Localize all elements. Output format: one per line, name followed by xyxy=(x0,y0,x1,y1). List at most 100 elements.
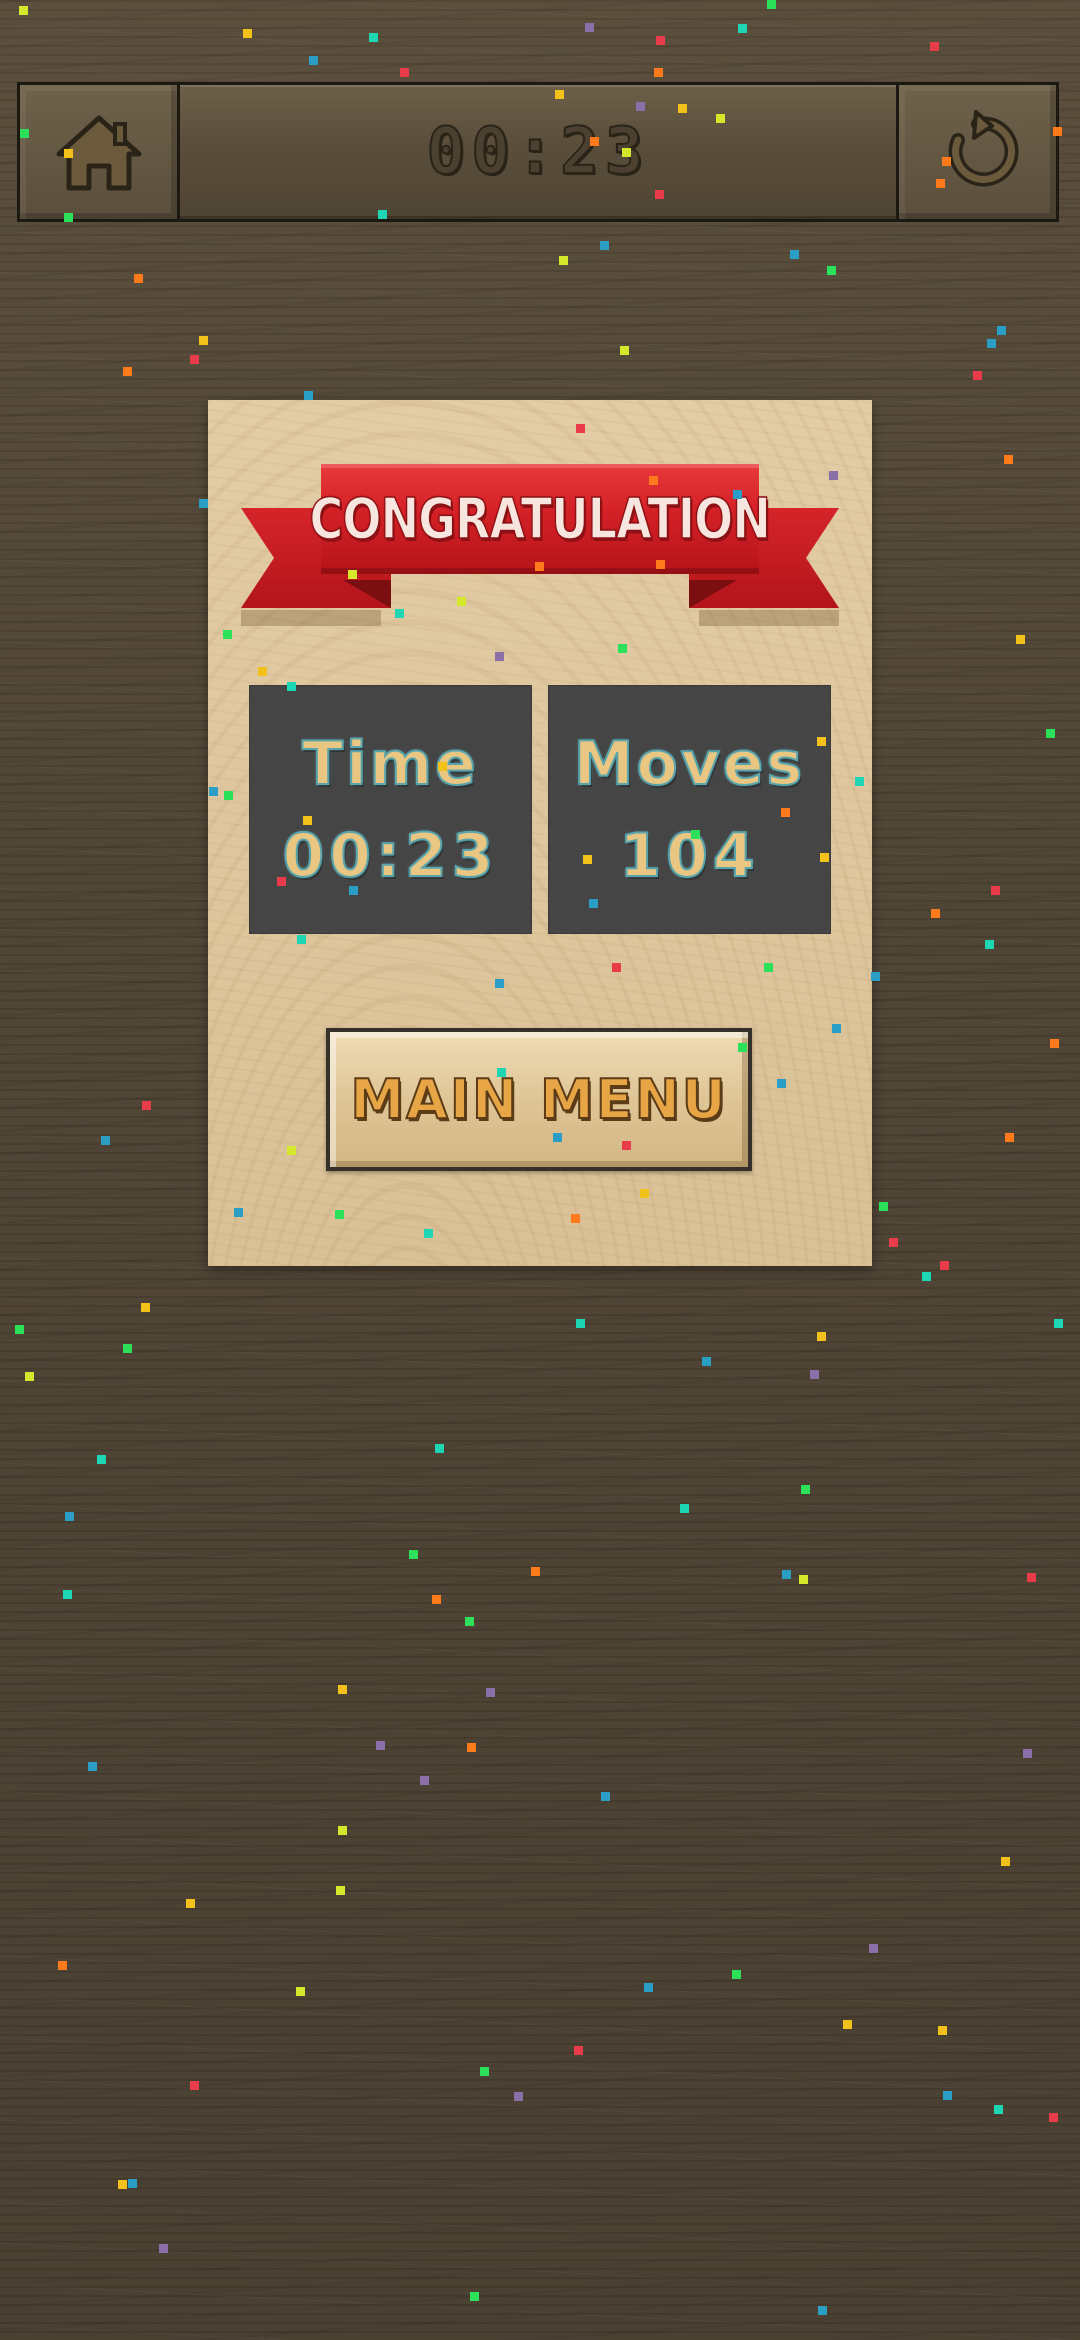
confetti-piece xyxy=(889,1238,898,1247)
confetti-piece xyxy=(799,1575,808,1584)
confetti-piece xyxy=(601,1792,610,1801)
confetti-piece xyxy=(801,1485,810,1494)
confetti-piece xyxy=(190,355,199,364)
home-icon xyxy=(56,115,141,191)
confetti-piece xyxy=(790,250,799,259)
confetti-piece xyxy=(118,2180,127,2189)
confetti-piece xyxy=(470,2292,479,2301)
confetti-piece xyxy=(738,24,747,33)
confetti-piece xyxy=(467,1743,476,1752)
moves-stat-box: Moves 104 xyxy=(548,685,831,934)
main-menu-button[interactable]: MAIN MENU xyxy=(326,1028,752,1171)
moves-value: 104 xyxy=(618,820,760,892)
confetti-piece xyxy=(123,1344,132,1353)
confetti-piece xyxy=(420,1776,429,1785)
confetti-piece xyxy=(997,326,1006,335)
moves-label: Moves xyxy=(573,728,806,800)
confetti-piece xyxy=(400,68,409,77)
confetti-piece xyxy=(531,1567,540,1576)
confetti-piece xyxy=(1004,455,1013,464)
confetti-piece xyxy=(123,367,132,376)
confetti-piece xyxy=(973,371,982,380)
confetti-piece xyxy=(465,1617,474,1626)
confetti-piece xyxy=(843,2020,852,2029)
confetti-piece xyxy=(369,33,378,42)
confetti-piece xyxy=(409,1550,418,1559)
confetti-piece xyxy=(559,256,568,265)
confetti-piece xyxy=(65,1512,74,1521)
confetti-piece xyxy=(574,2046,583,2055)
banner-shadow-right xyxy=(699,610,839,626)
confetti-piece xyxy=(1005,1133,1014,1142)
time-stat-box: Time 00:23 xyxy=(249,685,532,934)
confetti-piece xyxy=(480,2067,489,2076)
timer-text: 00:23 xyxy=(426,114,650,190)
confetti-piece xyxy=(585,23,594,32)
confetti-piece xyxy=(767,0,776,9)
confetti-piece xyxy=(1054,1319,1063,1328)
confetti-piece xyxy=(644,1983,653,1992)
confetti-piece xyxy=(304,391,313,400)
confetti-piece xyxy=(88,1762,97,1771)
confetti-piece xyxy=(338,1826,347,1835)
confetti-piece xyxy=(817,1332,826,1341)
time-label: Time xyxy=(301,728,479,800)
confetti-piece xyxy=(58,1961,67,1970)
confetti-piece xyxy=(19,6,28,15)
confetti-piece xyxy=(1001,1857,1010,1866)
confetti-piece xyxy=(922,1272,931,1281)
confetti-piece xyxy=(128,2179,137,2188)
main-menu-label: MAIN MENU xyxy=(349,1067,728,1132)
timer-display: 00:23 xyxy=(180,85,896,219)
confetti-piece xyxy=(15,1325,24,1334)
confetti-piece xyxy=(432,1595,441,1604)
congratulation-dialog: CONGRATULATION Time 00:23 Moves 104 MAIN… xyxy=(208,400,872,1266)
confetti-piece xyxy=(199,499,208,508)
confetti-piece xyxy=(514,2092,523,2101)
confetti-piece xyxy=(680,1504,689,1513)
confetti-piece xyxy=(338,1685,347,1694)
confetti-piece xyxy=(141,1303,150,1312)
confetti-piece xyxy=(134,274,143,283)
home-button[interactable] xyxy=(20,85,180,219)
confetti-piece xyxy=(827,266,836,275)
confetti-piece xyxy=(336,1886,345,1895)
banner-ribbon: CONGRATULATION xyxy=(309,464,772,574)
confetti-piece xyxy=(818,2306,827,2315)
confetti-piece xyxy=(1027,1573,1036,1582)
congratulation-banner: CONGRATULATION xyxy=(241,460,839,626)
restart-icon xyxy=(948,110,1019,187)
top-bar: 00:23 xyxy=(17,82,1059,222)
confetti-piece xyxy=(930,42,939,51)
confetti-piece xyxy=(985,940,994,949)
banner-title: CONGRATULATION xyxy=(309,486,771,553)
confetti-piece xyxy=(869,1944,878,1953)
restart-button[interactable] xyxy=(896,85,1056,219)
confetti-piece xyxy=(732,1970,741,1979)
confetti-piece xyxy=(931,909,940,918)
confetti-piece xyxy=(991,886,1000,895)
confetti-piece xyxy=(1046,729,1055,738)
confetti-piece xyxy=(63,1590,72,1599)
confetti-piece xyxy=(871,972,880,981)
confetti-piece xyxy=(620,346,629,355)
confetti-piece xyxy=(486,1688,495,1697)
confetti-piece xyxy=(994,2105,1003,2114)
time-value: 00:23 xyxy=(282,820,499,892)
confetti-piece xyxy=(1023,1749,1032,1758)
confetti-piece xyxy=(656,36,665,45)
confetti-piece xyxy=(782,1570,791,1579)
confetti-piece xyxy=(376,1741,385,1750)
confetti-piece xyxy=(879,1202,888,1211)
confetti-piece xyxy=(101,1136,110,1145)
confetti-piece xyxy=(1049,2113,1058,2122)
confetti-piece xyxy=(1050,1039,1059,1048)
confetti-piece xyxy=(1016,635,1025,644)
confetti-piece xyxy=(654,68,663,77)
confetti-piece xyxy=(142,1101,151,1110)
confetti-piece xyxy=(190,2081,199,2090)
confetti-piece xyxy=(702,1357,711,1366)
confetti-piece xyxy=(159,2244,168,2253)
confetti-piece xyxy=(309,56,318,65)
confetti-piece xyxy=(938,2026,947,2035)
